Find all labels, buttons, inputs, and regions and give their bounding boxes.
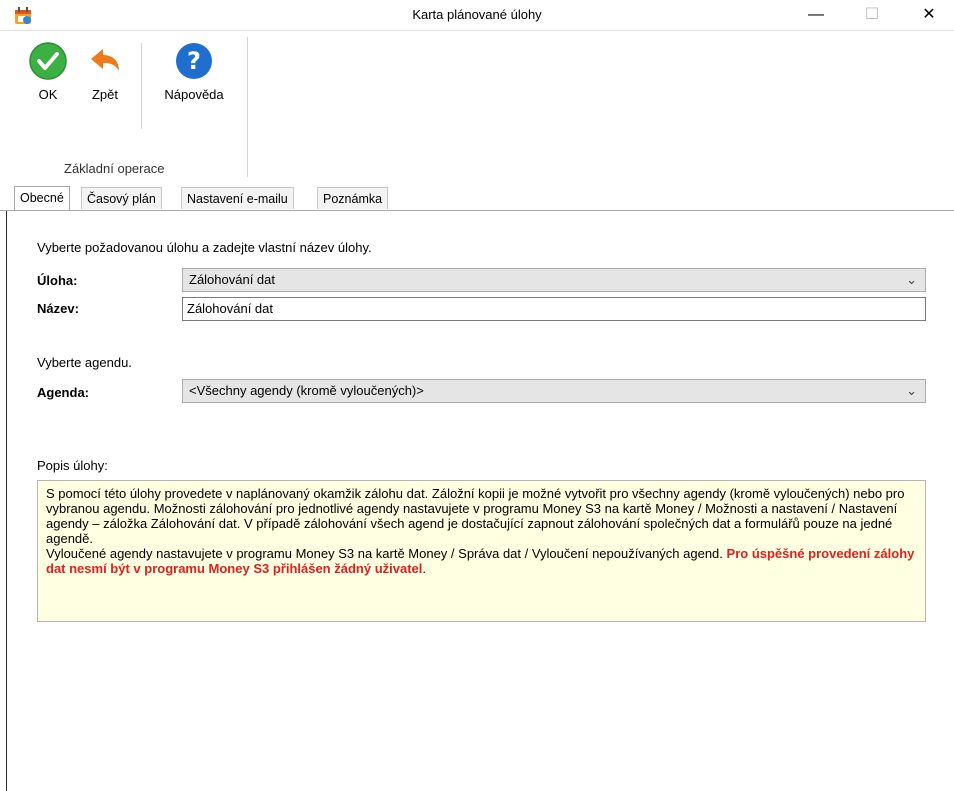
- back-button[interactable]: Zpět: [79, 41, 131, 102]
- task-intro-text: Vyberte požadovanou úlohu a zadejte vlas…: [37, 240, 372, 255]
- agenda-select-value: <Všechny agendy (kromě vyloučených)>: [189, 383, 424, 398]
- description-text: S pomocí této úlohy provedete v naplánov…: [46, 486, 905, 546]
- ok-button[interactable]: OK: [20, 41, 76, 102]
- task-select[interactable]: Zálohování dat ⌄: [182, 268, 926, 292]
- ribbon-group-label: Základní operace: [64, 161, 165, 176]
- chevron-down-icon: ⌄: [906, 383, 917, 398]
- tab-casovy-plan[interactable]: Časový plán: [81, 187, 162, 209]
- ribbon-separator: [141, 43, 142, 129]
- ribbon-group-separator: [247, 37, 248, 177]
- close-button[interactable]: ✕: [906, 0, 952, 30]
- agenda-select[interactable]: <Všechny agendy (kromě vyloučených)> ⌄: [182, 379, 926, 403]
- name-label: Název:: [37, 301, 79, 316]
- help-question-icon: ?: [176, 43, 212, 79]
- help-button[interactable]: ? Nápověda: [154, 41, 234, 102]
- task-select-value: Zálohování dat: [189, 272, 276, 287]
- description-end: .: [422, 561, 426, 576]
- task-label: Úloha:: [37, 273, 78, 288]
- help-label: Nápověda: [164, 87, 224, 102]
- undo-arrow-icon: [91, 49, 119, 71]
- tab-poznamka[interactable]: Poznámka: [317, 187, 389, 209]
- ribbon: OK Zpět ? Nápověda Základní operace: [0, 30, 954, 183]
- tab-obecne[interactable]: Obecné: [14, 186, 70, 210]
- panel-border: [6, 211, 7, 791]
- chevron-down-icon: ⌄: [906, 272, 917, 287]
- description-label: Popis úlohy:: [37, 458, 108, 473]
- back-label: Zpět: [91, 87, 118, 102]
- agenda-label: Agenda:: [37, 385, 89, 400]
- maximize-button[interactable]: ☐: [849, 0, 895, 30]
- svg-text:?: ?: [187, 47, 201, 75]
- tab-bar: Obecné Časový plán Nastavení e-mailu Poz…: [0, 184, 954, 211]
- description-text-excluded: Vyloučené agendy nastavujete v programu …: [46, 546, 723, 561]
- minimize-button[interactable]: —: [793, 0, 839, 30]
- name-input[interactable]: Zálohování dat: [182, 297, 926, 321]
- title-bar: Karta plánované úlohy — ☐ ✕: [0, 0, 954, 30]
- tab-nastaveni-emailu[interactable]: Nastavení e-mailu: [181, 187, 294, 209]
- description-box: S pomocí této úlohy provedete v naplánov…: [37, 480, 926, 622]
- ok-check-icon: [29, 42, 67, 80]
- agenda-intro-text: Vyberte agendu.: [37, 355, 132, 370]
- ok-label: OK: [38, 87, 58, 102]
